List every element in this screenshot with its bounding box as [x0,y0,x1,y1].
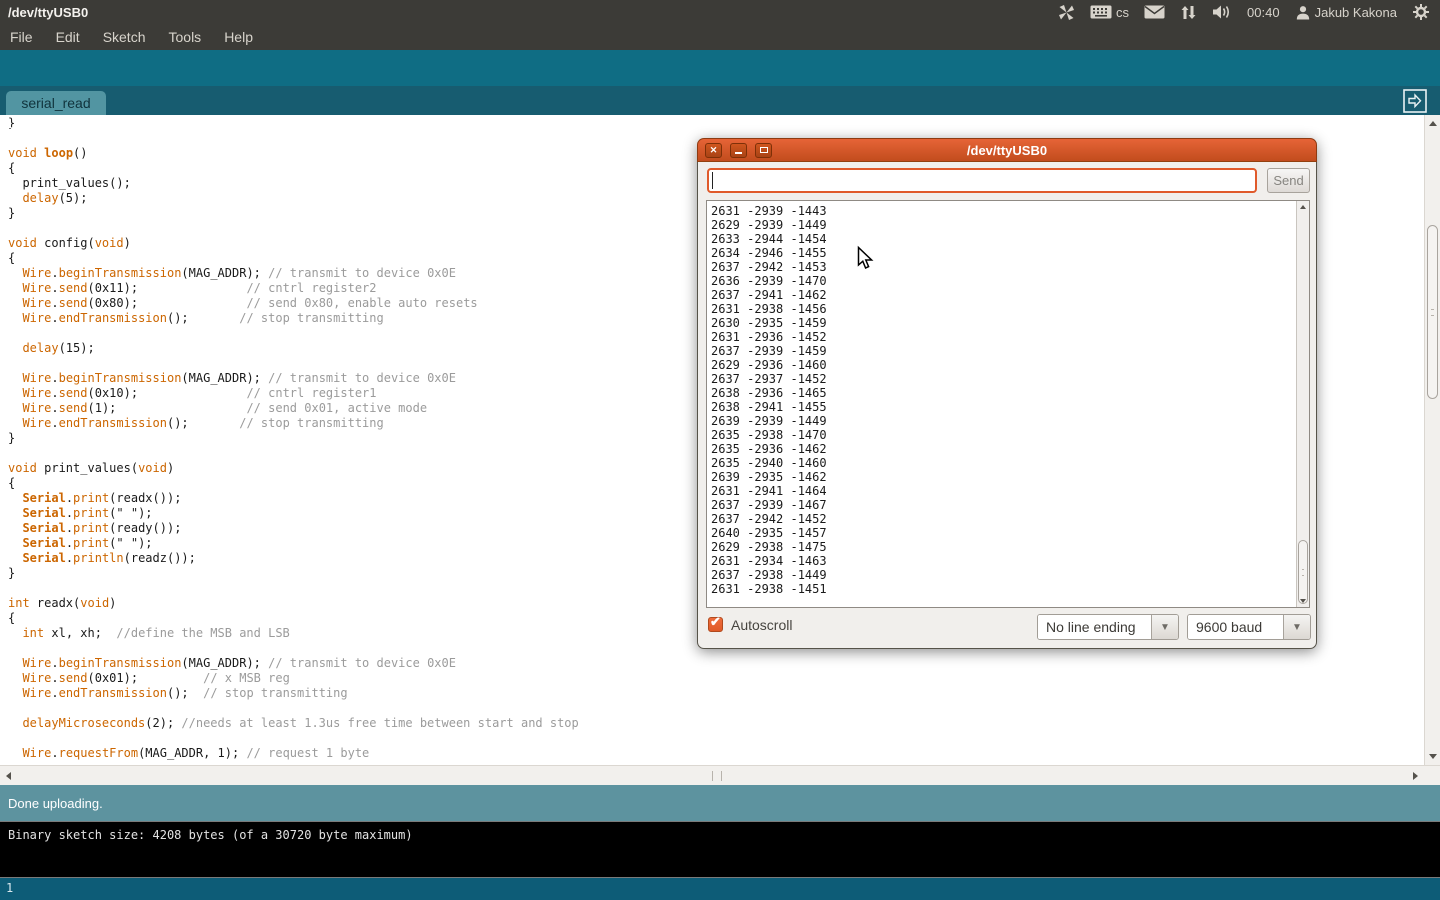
hthumb-grip[interactable] [712,771,722,781]
desktop: /dev/ttyUSB0 cs 00:40 Jakub Kakona [0,0,1440,900]
tab-label: serial_read [21,95,90,111]
serial-line: 2629 -2938 -1475 [711,540,1309,554]
line-ending-value: No line ending [1038,615,1151,639]
network-sync-icon[interactable] [1180,5,1197,20]
serial-line: 2631 -2936 -1452 [711,330,1309,344]
text-caret [712,172,713,189]
send-button[interactable]: Send [1267,168,1310,193]
mail-indicator-icon[interactable] [1144,5,1165,19]
serial-line: 2629 -2939 -1449 [711,218,1309,232]
serial-line: 2637 -2942 -1453 [711,260,1309,274]
keyboard-layout-code: cs [1116,5,1129,20]
close-button[interactable]: ✕ [705,143,722,158]
serial-line: 2635 -2936 -1462 [711,442,1309,456]
serial-line: 2637 -2937 -1452 [711,372,1309,386]
serial-line: 2637 -2942 -1452 [711,512,1309,526]
username: Jakub Kakona [1315,5,1397,20]
scrollbar-thumb[interactable] [1298,540,1308,604]
keyboard-icon [1090,5,1112,19]
serial-line: 2637 -2939 -1459 [711,344,1309,358]
menu-bar: File Edit Sketch Tools Help [0,24,1440,50]
menu-help[interactable]: Help [224,29,253,45]
mouse-cursor [857,246,874,271]
menu-file[interactable]: File [10,29,33,45]
serial-monitor-title: /dev/ttyUSB0 [698,143,1316,158]
current-line-number: 1 [6,881,13,895]
chevron-down-icon[interactable]: ▼ [1283,615,1310,639]
serial-line: 2639 -2935 -1462 [711,470,1309,484]
user-icon [1295,5,1311,20]
serial-monitor-titlebar[interactable]: ✕ /dev/ttyUSB0 [697,138,1317,162]
thumb-grip [1431,309,1434,316]
volume-icon[interactable] [1212,4,1232,20]
serial-line: 2633 -2944 -1454 [711,232,1309,246]
tab-bar: serial_read [0,86,1440,115]
line-ending-select[interactable]: No line ending ▼ [1037,614,1179,640]
serial-monitor-controls: Autoscroll No line ending ▼ 9600 baud ▼ [698,614,1316,642]
minimize-button[interactable] [730,143,747,158]
ide-toolbar [0,50,1440,86]
active-window-title: /dev/ttyUSB0 [0,5,88,20]
serial-line: 2640 -2935 -1457 [711,526,1309,540]
serial-line: 2631 -2934 -1463 [711,554,1309,568]
serial-line: 2639 -2939 -1449 [711,414,1309,428]
serial-monitor-window: ✕ /dev/ttyUSB0 Send 2631 -2939 -14432629… [697,138,1317,649]
serial-line: 2629 -2936 -1460 [711,358,1309,372]
serial-scrollbar[interactable] [1296,201,1309,607]
chevron-down-icon[interactable]: ▼ [1151,615,1178,639]
scroll-up-icon[interactable] [1300,205,1306,209]
scroll-down-icon[interactable] [1300,599,1306,603]
scroll-left-icon[interactable] [6,772,11,780]
broadcast-indicator-icon[interactable] [1058,4,1075,21]
console-text: Binary sketch size: 4208 bytes (of a 307… [8,828,413,842]
tab-serial-read[interactable]: serial_read [6,91,106,115]
serial-line: 2631 -2939 -1443 [711,204,1309,218]
status-text: Done uploading. [8,796,103,811]
line-number-bar: 1 [0,878,1440,900]
session-menu-icon[interactable] [1412,3,1430,21]
autoscroll-label: Autoscroll [731,617,792,633]
serial-line: 2637 -2939 -1467 [711,498,1309,512]
top-panel: /dev/ttyUSB0 cs 00:40 Jakub Kakona [0,0,1440,24]
serial-line: 2638 -2936 -1465 [711,386,1309,400]
baud-value: 9600 baud [1188,615,1283,639]
maximize-button[interactable] [755,143,772,158]
system-tray: cs 00:40 Jakub Kakona [1058,3,1440,21]
serial-line: 2631 -2938 -1456 [711,302,1309,316]
window-controls: ✕ [698,143,772,158]
autoscroll-checkbox[interactable] [708,617,723,632]
serial-line: 2635 -2940 -1460 [711,456,1309,470]
scrollbar-thumb[interactable] [1427,225,1438,399]
menu-sketch[interactable]: Sketch [103,29,146,45]
user-menu[interactable]: Jakub Kakona [1295,5,1397,20]
new-tab-icon [1403,89,1427,113]
serial-line: 2631 -2941 -1464 [711,484,1309,498]
serial-input[interactable] [707,168,1257,193]
serial-line: 2634 -2946 -1455 [711,246,1309,260]
serial-monitor-body: Send 2631 -2939 -14432629 -2939 -1449263… [697,162,1317,649]
serial-line: 2631 -2938 -1451 [711,582,1309,596]
serial-line: 2637 -2941 -1462 [711,288,1309,302]
serial-line: 2635 -2938 -1470 [711,428,1309,442]
keyboard-layout-indicator[interactable]: cs [1090,5,1129,20]
baud-select[interactable]: 9600 baud ▼ [1187,614,1311,640]
status-bar: Done uploading. [0,785,1440,821]
serial-output[interactable]: 2631 -2939 -14432629 -2939 -14492633 -29… [706,200,1310,608]
scroll-up-icon[interactable] [1429,121,1437,126]
serial-line: 2636 -2939 -1470 [711,274,1309,288]
editor-horizontal-scrollbar[interactable] [0,765,1440,785]
editor-vertical-scrollbar[interactable] [1424,115,1440,765]
scroll-down-icon[interactable] [1429,754,1437,759]
serial-line: 2630 -2935 -1459 [711,316,1309,330]
console-output: Binary sketch size: 4208 bytes (of a 307… [0,821,1440,878]
serial-line: 2637 -2938 -1449 [711,568,1309,582]
serial-line: 2638 -2941 -1455 [711,400,1309,414]
scroll-right-icon[interactable] [1413,772,1418,780]
menu-edit[interactable]: Edit [56,29,80,45]
clock[interactable]: 00:40 [1247,5,1280,20]
thumb-grip [1302,569,1304,576]
menu-tools[interactable]: Tools [169,29,202,45]
new-tab-button[interactable] [1403,89,1427,113]
